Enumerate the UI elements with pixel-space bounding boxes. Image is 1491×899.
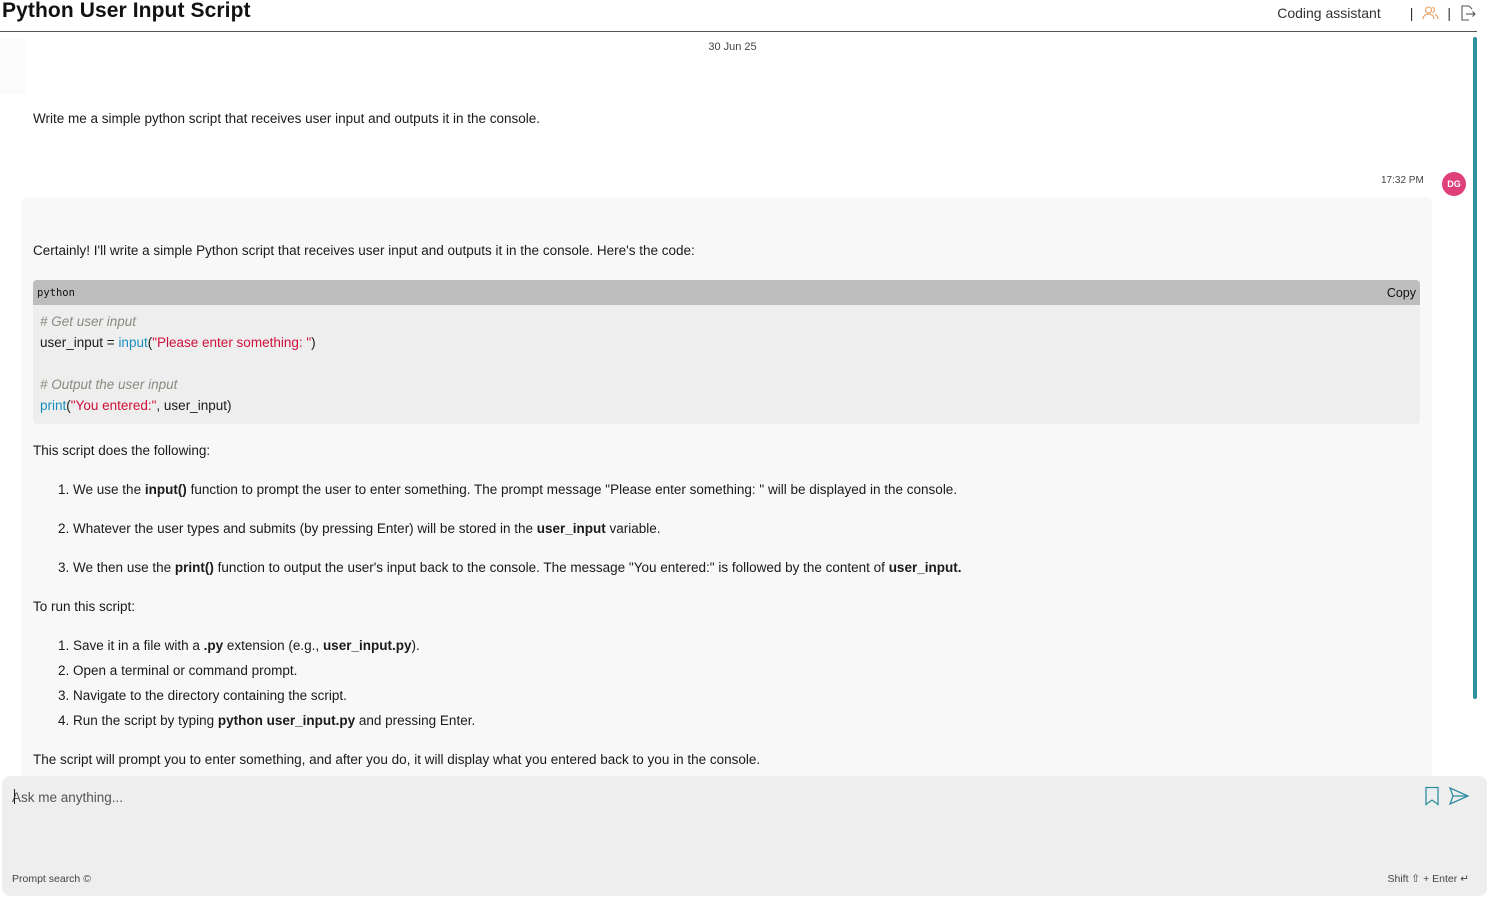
bookmark-icon[interactable] (1424, 786, 1440, 806)
list-number: 3. (58, 560, 70, 575)
list-bold: .py (203, 638, 224, 653)
list-bold: . (957, 560, 962, 575)
code-language: python (37, 286, 75, 299)
steps-heading: This script does the following: (33, 443, 211, 458)
text-caret (14, 789, 15, 804)
list-item: 3. We then use the print() function to o… (58, 560, 961, 575)
list-item: 1. We use the input() function to prompt… (58, 482, 957, 497)
list-item: 2. Open a terminal or command prompt. (58, 663, 297, 678)
date-separator: 30 Jun 25 (708, 41, 757, 53)
code-string: "You entered:" (70, 398, 157, 413)
header-actions: Coding assistant | | (1277, 4, 1477, 22)
user-icon[interactable] (1421, 4, 1439, 22)
code-token: user_input = (40, 335, 119, 350)
code-line: user_input = input("Please enter somethi… (40, 332, 1413, 353)
list-bold: input() (144, 482, 187, 497)
list-bold: user_input (888, 560, 958, 575)
list-text: ). (411, 638, 420, 653)
list-text: function to prompt the user to enter som… (186, 482, 958, 497)
code-line: # Get user input (40, 311, 1413, 332)
send-icon[interactable] (1448, 786, 1470, 806)
list-item: 1. Save it in a file with a .py extensio… (58, 638, 420, 653)
list-item: 3. Navigate to the directory containing … (58, 688, 347, 703)
scrollbar[interactable] (1473, 37, 1477, 699)
code-comment: # Output the user input (40, 377, 178, 392)
list-item: 4. Run the script by typing python user_… (58, 713, 475, 728)
code-line: # Output the user input (40, 374, 1413, 395)
assistant-closing: The script will prompt you to enter some… (33, 752, 761, 767)
list-number: 1. (58, 482, 70, 497)
code-comment: # Get user input (40, 314, 137, 329)
message-timestamp: 17:32 PM (1381, 175, 1424, 186)
code-function: input (118, 335, 148, 350)
list-number: 1. (58, 638, 70, 653)
chat-input[interactable] (12, 786, 1392, 808)
list-text: Open a terminal or command prompt. (73, 663, 298, 678)
code-body: # Get user input user_input = input("Ple… (33, 305, 1420, 422)
list-text: and pressing Enter. (355, 713, 476, 728)
list-text: function to output the user's input back… (213, 560, 889, 575)
list-text: We then use the (73, 560, 175, 575)
page-title: Python User Input Script (2, 0, 251, 22)
user-message: Write me a simple python script that rec… (33, 111, 541, 126)
assistant-label: Coding assistant (1277, 5, 1381, 21)
prompt-search-link[interactable]: Prompt search © (12, 873, 91, 885)
list-bold: user_input.py (322, 638, 412, 653)
code-block: python Copy # Get user input user_input … (33, 280, 1420, 424)
assistant-intro: Certainly! I'll write a simple Python sc… (33, 243, 695, 258)
avatar[interactable]: DG (1442, 172, 1466, 196)
keyboard-hint: Shift ⇧ + Enter ↵ (1387, 873, 1469, 885)
list-text: We use the (73, 482, 145, 497)
copy-button[interactable]: Copy (1387, 286, 1416, 300)
list-item: 2. Whatever the user types and submits (… (58, 521, 661, 536)
list-number: 3. (58, 688, 70, 703)
chat-scroll-area[interactable]: 30 Jun 25 Write me a simple python scrip… (0, 32, 1477, 776)
list-text: extension (e.g., (223, 638, 323, 653)
list-text: Run the script by typing (73, 713, 218, 728)
list-text: Save it in a file with a (73, 638, 204, 653)
code-token: , user_input) (156, 398, 232, 413)
composer: Prompt search © Shift ⇧ + Enter ↵ (2, 776, 1487, 896)
list-number: 2. (58, 521, 70, 536)
code-header: python Copy (33, 280, 1420, 305)
header-separator: | (1409, 5, 1414, 21)
code-token: ) (311, 335, 316, 350)
list-bold: print() (174, 560, 214, 575)
list-text: variable. (605, 521, 661, 536)
header-separator-2: | (1447, 5, 1451, 21)
list-text: Whatever the user types and submits (by … (73, 521, 537, 536)
code-line: print("You entered:", user_input) (40, 395, 1413, 416)
list-number: 4. (58, 713, 70, 728)
code-string: "Please enter something: " (152, 335, 312, 350)
list-number: 2. (58, 663, 70, 678)
list-bold: user_input (536, 521, 606, 536)
assistant-message: Certainly! I'll write a simple Python sc… (21, 197, 1432, 776)
list-text: Navigate to the directory containing the… (73, 688, 347, 703)
list-bold: python user_input.py (217, 713, 356, 728)
logout-icon[interactable] (1459, 4, 1477, 22)
run-heading: To run this script: (33, 599, 136, 614)
header-bar: Python User Input Script Coding assistan… (0, 0, 1477, 32)
code-function: print (40, 398, 67, 413)
